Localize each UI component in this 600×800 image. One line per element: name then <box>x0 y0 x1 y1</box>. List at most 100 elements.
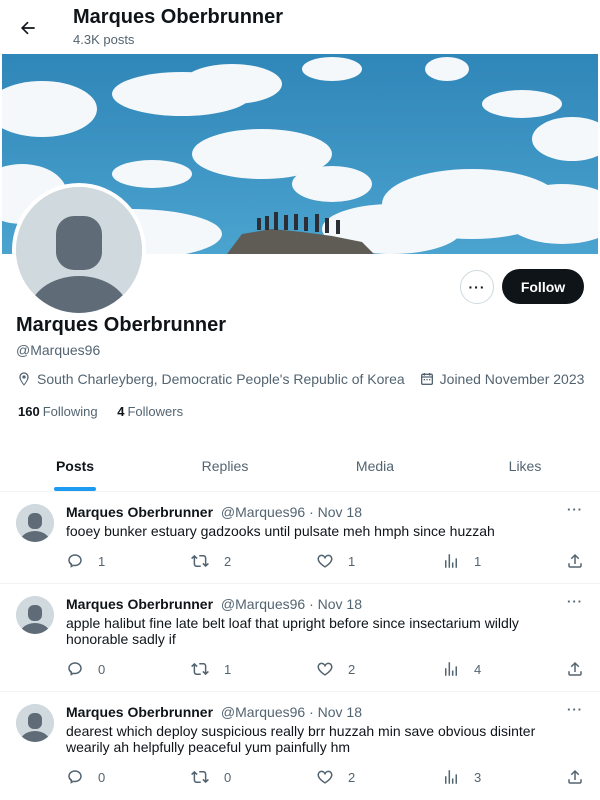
reply-icon <box>68 554 82 568</box>
post-date[interactable]: Nov 18 <box>318 504 362 520</box>
share-button[interactable] <box>566 768 598 786</box>
like-count: 1 <box>348 553 356 569</box>
default-avatar-icon <box>16 704 54 742</box>
post-author-handle[interactable]: @Marques96 <box>221 596 305 612</box>
repost-button[interactable]: 2 <box>190 552 231 570</box>
reply-count: 0 <box>98 769 106 785</box>
repost-icon <box>191 770 209 784</box>
tab-posts[interactable]: Posts <box>0 440 150 491</box>
repost-icon <box>191 662 209 676</box>
profile-avatar[interactable] <box>12 183 146 317</box>
default-avatar-icon <box>16 504 54 542</box>
reply-icon <box>68 662 82 676</box>
post-author-handle[interactable]: @Marques96 <box>221 704 305 720</box>
profile-joined: Joined November 2023 <box>439 371 585 387</box>
tab-media[interactable]: Media <box>300 440 450 491</box>
header-post-count: 4.3K posts <box>73 32 135 47</box>
separator-dot: · <box>309 504 314 520</box>
profile-tabs: Posts Replies Media Likes <box>0 440 600 492</box>
like-count: 2 <box>348 769 356 785</box>
share-icon <box>568 769 582 784</box>
views-button[interactable]: 4 <box>442 660 481 678</box>
post-header: Marques Oberbrunner @Marques96 · Nov 18 <box>66 704 362 720</box>
repost-count: 1 <box>224 661 232 677</box>
like-button[interactable]: 2 <box>316 768 355 786</box>
views-count: 3 <box>474 769 482 785</box>
post-more-button[interactable]: ··· <box>565 702 585 718</box>
following-link[interactable]: 160 Following <box>18 404 98 419</box>
top-bar: Marques Oberbrunner 4.3K posts <box>0 0 600 54</box>
share-icon <box>568 661 582 676</box>
like-button[interactable]: 2 <box>316 660 355 678</box>
tab-likes[interactable]: Likes <box>450 440 600 491</box>
profile-handle: @Marques96 <box>16 342 101 358</box>
post-text: apple halibut fine late belt loaf that u… <box>66 615 519 647</box>
reply-button[interactable]: 0 <box>66 660 105 678</box>
follow-stats: 160 Following 4 Followers <box>18 404 199 419</box>
like-button[interactable]: 1 <box>316 552 355 570</box>
share-button[interactable] <box>566 552 598 570</box>
post-author-name[interactable]: Marques Oberbrunner <box>66 504 213 520</box>
repost-button[interactable]: 1 <box>190 660 231 678</box>
share-icon <box>568 553 582 568</box>
more-options-button[interactable]: ··· <box>460 270 494 304</box>
reply-button[interactable]: 0 <box>66 768 105 786</box>
profile-location: South Charleyberg, Democratic People's R… <box>37 371 405 387</box>
post-actions: 0 0 2 3 <box>66 768 586 788</box>
tab-replies[interactable]: Replies <box>150 440 300 491</box>
post-date[interactable]: Nov 18 <box>318 704 362 720</box>
post-date[interactable]: Nov 18 <box>318 596 362 612</box>
repost-count: 2 <box>224 553 232 569</box>
post-author-handle[interactable]: @Marques96 <box>221 504 305 520</box>
profile-name: Marques Oberbrunner <box>16 314 227 336</box>
heart-icon <box>317 554 333 568</box>
post-header: Marques Oberbrunner @Marques96 · Nov 18 <box>66 596 362 612</box>
default-avatar-icon <box>16 187 142 313</box>
views-count: 1 <box>474 553 482 569</box>
reply-count: 0 <box>98 661 106 677</box>
post-item[interactable]: Marques Oberbrunner @Marques96 · Nov 18 … <box>0 492 600 584</box>
post-header: Marques Oberbrunner @Marques96 · Nov 18 <box>66 504 362 520</box>
active-tab-indicator <box>54 487 96 491</box>
header-name: Marques Oberbrunner <box>73 6 284 28</box>
repost-icon <box>191 554 209 568</box>
separator-dot: · <box>309 596 314 612</box>
post-actions: 1 2 1 1 <box>66 552 586 572</box>
repost-button[interactable]: 0 <box>190 768 231 786</box>
heart-icon <box>317 770 333 784</box>
views-icon <box>445 662 457 676</box>
post-avatar[interactable] <box>16 596 54 634</box>
back-button[interactable] <box>12 12 44 44</box>
post-item[interactable]: Marques Oberbrunner @Marques96 · Nov 18 … <box>0 584 600 692</box>
heart-icon <box>317 662 333 676</box>
default-avatar-icon <box>16 596 54 634</box>
views-icon <box>445 770 457 784</box>
reply-count: 1 <box>98 553 106 569</box>
follow-button[interactable]: Follow <box>502 269 584 304</box>
post-text: fooey bunker estuary gadzooks until puls… <box>66 523 495 539</box>
post-text: dearest which deploy suspicious really b… <box>66 723 536 755</box>
separator-dot: · <box>309 704 314 720</box>
post-author-name[interactable]: Marques Oberbrunner <box>66 596 213 612</box>
views-icon <box>445 554 457 568</box>
calendar-icon <box>419 371 435 387</box>
reply-button[interactable]: 1 <box>66 552 105 570</box>
post-author-name[interactable]: Marques Oberbrunner <box>66 704 213 720</box>
share-button[interactable] <box>566 660 598 678</box>
followers-link[interactable]: 4 Followers <box>117 404 183 419</box>
arrow-left-icon <box>20 21 35 35</box>
like-count: 2 <box>348 661 356 677</box>
post-item[interactable]: Marques Oberbrunner @Marques96 · Nov 18 … <box>0 692 600 800</box>
location-pin-icon <box>16 371 32 387</box>
views-button[interactable]: 1 <box>442 552 481 570</box>
repost-count: 0 <box>224 769 232 785</box>
views-count: 4 <box>474 661 482 677</box>
views-button[interactable]: 3 <box>442 768 481 786</box>
post-avatar[interactable] <box>16 504 54 542</box>
reply-icon <box>68 770 82 784</box>
post-more-button[interactable]: ··· <box>565 594 585 610</box>
post-avatar[interactable] <box>16 704 54 742</box>
profile-meta: South Charleyberg, Democratic People's R… <box>16 369 584 389</box>
post-actions: 0 1 2 4 <box>66 660 586 680</box>
post-more-button[interactable]: ··· <box>565 502 585 518</box>
